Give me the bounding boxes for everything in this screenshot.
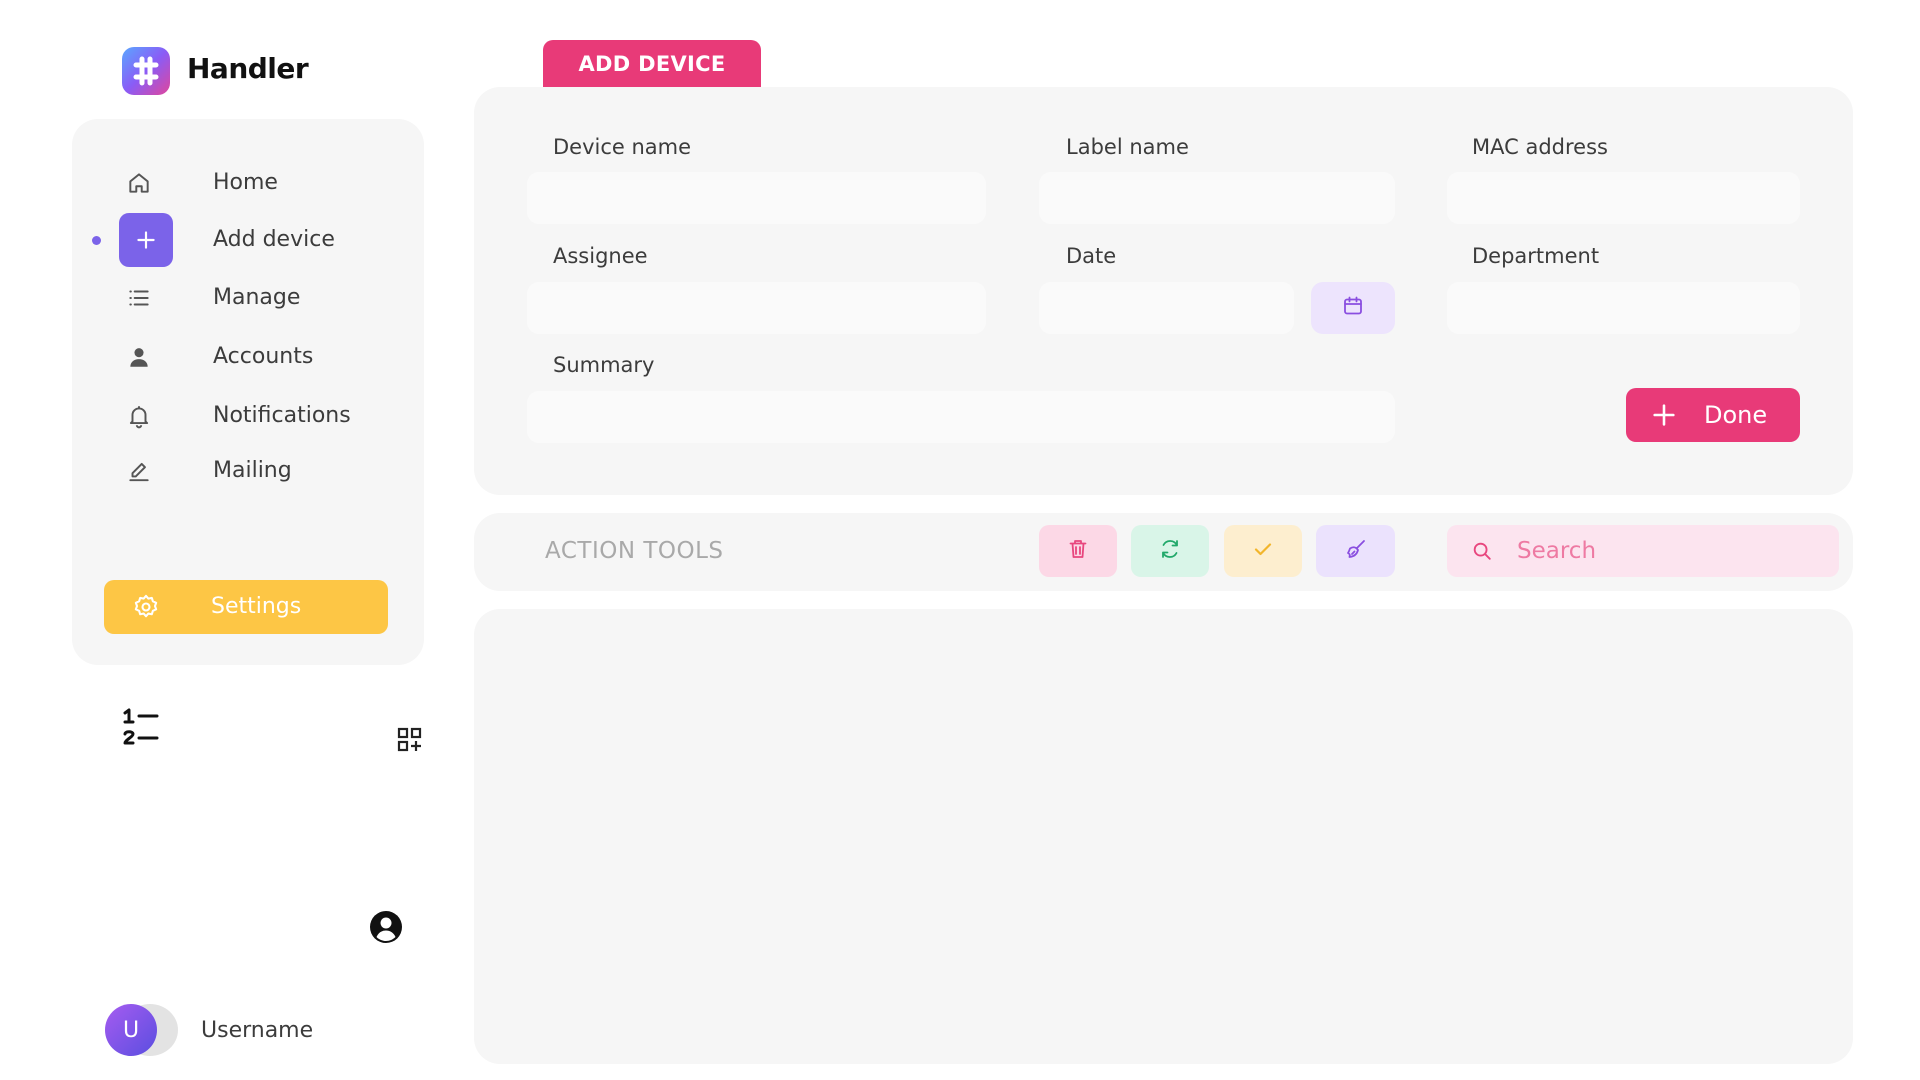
clear-icon — [1344, 537, 1368, 565]
trash-icon — [1066, 537, 1090, 565]
sidebar-item-label: Mailing — [213, 458, 292, 483]
sidebar-item-accounts[interactable]: Accounts — [72, 330, 424, 384]
date-field[interactable] — [1039, 282, 1294, 334]
search-box[interactable] — [1447, 525, 1839, 577]
check-icon — [1251, 537, 1275, 565]
home-icon — [118, 162, 160, 204]
delete-button[interactable] — [1039, 525, 1117, 577]
sidebar-item-label: Manage — [213, 285, 301, 310]
assignee-label: Assignee — [553, 244, 648, 268]
settings-label: Settings — [211, 594, 302, 619]
assignee-field[interactable] — [527, 282, 986, 334]
mac-address-field[interactable] — [1447, 172, 1800, 224]
pencil-icon — [118, 450, 160, 492]
done-button[interactable]: Done — [1626, 388, 1800, 442]
sidebar-item-add-device[interactable]: Add device — [72, 213, 424, 267]
qr-add-icon[interactable] — [397, 727, 423, 753]
device-name-label: Device name — [553, 135, 692, 159]
bell-icon — [118, 395, 160, 437]
sidebar-item-label: Notifications — [213, 403, 351, 428]
refresh-button[interactable] — [1131, 525, 1209, 577]
sidebar-item-label: Add device — [213, 227, 335, 252]
active-indicator — [92, 236, 101, 245]
department-field[interactable] — [1447, 282, 1800, 334]
person-icon — [118, 336, 160, 378]
search-icon — [1471, 540, 1493, 562]
sidebar-item-label: Home — [213, 170, 278, 195]
approve-button[interactable] — [1224, 525, 1302, 577]
gear-icon — [132, 593, 160, 621]
sidebar-item-notifications[interactable]: Notifications — [72, 389, 424, 443]
label-name-field[interactable] — [1039, 172, 1395, 224]
settings-button[interactable]: Settings — [104, 580, 388, 634]
tab-add-device[interactable]: ADD DEVICE — [543, 40, 761, 88]
device-list-panel — [474, 609, 1853, 1064]
profile-icon[interactable] — [369, 910, 403, 944]
calendar-icon — [1341, 294, 1365, 322]
done-label: Done — [1704, 401, 1768, 429]
list-icon — [118, 277, 160, 319]
app-name: Handler — [187, 52, 309, 85]
sidebar-nav: Home Add device Manage Accounts Notifica… — [72, 119, 424, 665]
avatar[interactable]: U — [105, 1004, 157, 1056]
sidebar-item-home[interactable]: Home — [72, 156, 424, 210]
summary-label: Summary — [553, 353, 655, 377]
numbered-list-icon[interactable] — [122, 707, 160, 747]
sidebar-item-mailing[interactable]: Mailing — [72, 444, 424, 498]
refresh-icon — [1158, 537, 1182, 565]
username: Username — [201, 1018, 314, 1043]
clear-button[interactable] — [1316, 525, 1395, 577]
sidebar-item-label: Accounts — [213, 344, 314, 369]
plus-icon — [1650, 401, 1678, 429]
calendar-button[interactable] — [1311, 282, 1395, 334]
device-name-field[interactable] — [527, 172, 986, 224]
sidebar-item-manage[interactable]: Manage — [72, 271, 424, 325]
app-logo — [122, 47, 170, 95]
label-name-label: Label name — [1066, 135, 1189, 159]
summary-field[interactable] — [527, 391, 1395, 443]
date-label: Date — [1066, 244, 1117, 268]
department-label: Department — [1472, 244, 1600, 268]
action-tools-title: ACTION TOOLS — [545, 538, 724, 564]
plus-icon — [119, 213, 173, 267]
search-input[interactable] — [1517, 533, 1817, 569]
mac-address-label: MAC address — [1472, 135, 1608, 159]
